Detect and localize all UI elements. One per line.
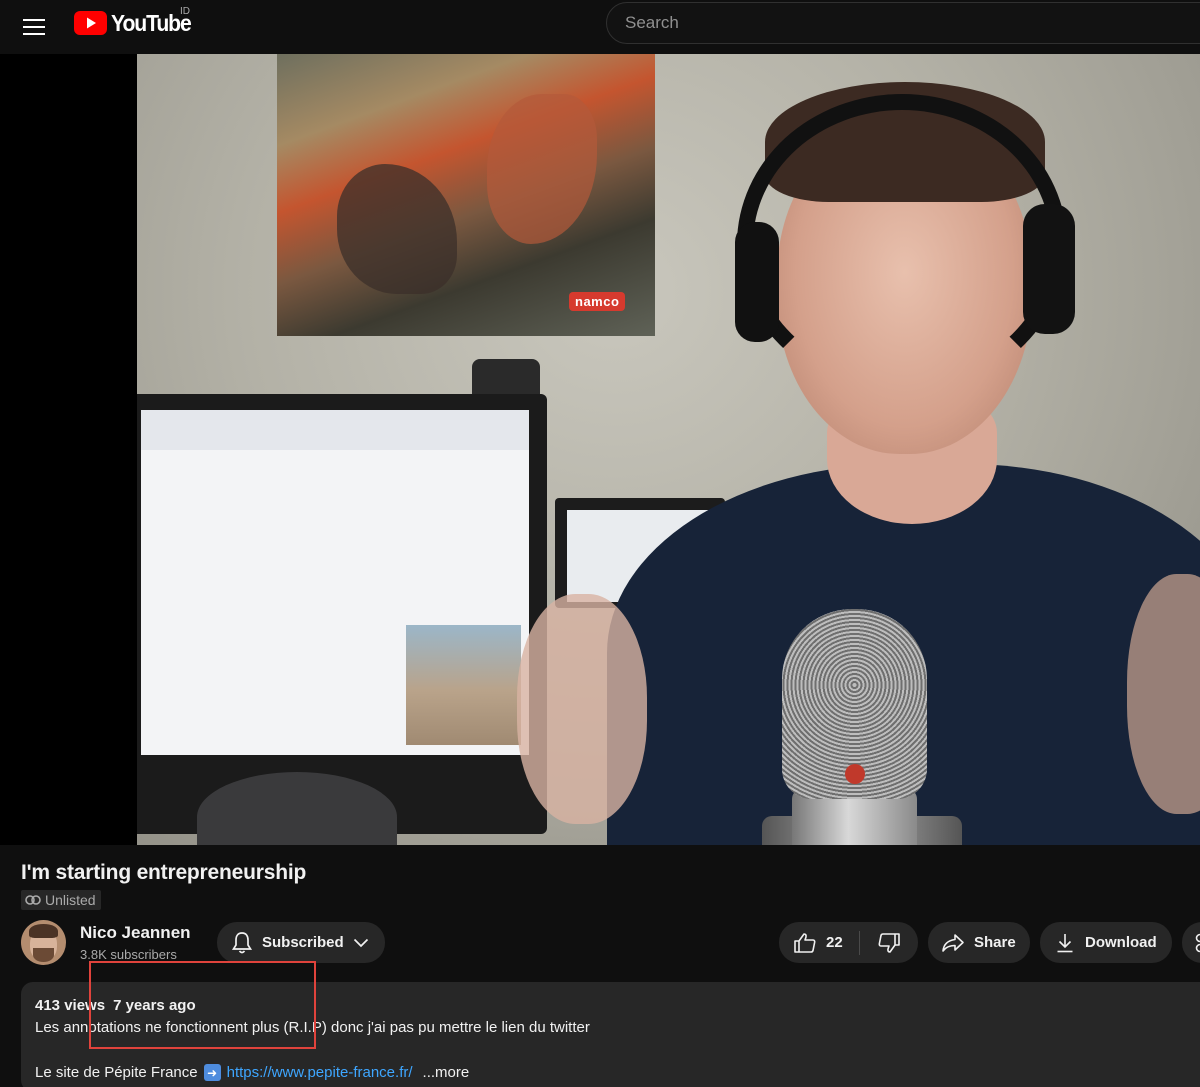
- channel-avatar[interactable]: [21, 920, 66, 965]
- description-link-line: Le site de Pépite France ➜ https://www.p…: [35, 1064, 469, 1081]
- top-bar: YouTube ID: [0, 0, 1200, 54]
- video-frame[interactable]: namco: [137, 54, 1200, 845]
- annotation-highlight-box: [89, 961, 316, 1049]
- description-link[interactable]: https://www.pepite-france.fr/: [227, 1064, 413, 1081]
- thumbs-up-icon: [794, 932, 816, 953]
- unlisted-badge-label: Unlisted: [45, 892, 96, 908]
- right-arrow-icon: ➜: [203, 1064, 221, 1081]
- link-icon: [25, 895, 41, 905]
- search-input[interactable]: [625, 3, 1185, 43]
- video-title: I'm starting entrepreneurship: [21, 861, 307, 884]
- avatar-hair: [29, 924, 58, 938]
- video-poster: namco: [277, 54, 655, 336]
- like-dislike-group: 22: [779, 922, 918, 963]
- subscriber-count: 3.8K subscribers: [80, 947, 177, 962]
- more-actions-button[interactable]: [1182, 922, 1200, 963]
- clip-icon: [1195, 933, 1200, 952]
- person-left-hand: [517, 594, 647, 824]
- poster-brand-label: namco: [569, 292, 626, 311]
- microphone-logo: [845, 764, 865, 784]
- unlisted-badge: Unlisted: [21, 890, 101, 910]
- like-count: 22: [826, 934, 843, 951]
- like-button[interactable]: 22: [779, 922, 859, 963]
- monitor-object: [137, 394, 547, 834]
- monitor-browser-bar: [141, 410, 529, 450]
- subscribed-label: Subscribed: [262, 934, 344, 951]
- show-more-link[interactable]: ...more: [423, 1064, 470, 1081]
- youtube-play-icon: [74, 11, 107, 35]
- download-label: Download: [1085, 934, 1157, 951]
- logo-wordmark: YouTube: [111, 9, 192, 36]
- poster-art-shape: [337, 164, 457, 294]
- headphones-right-cup: [1023, 204, 1075, 334]
- headphones-band: [737, 94, 1067, 394]
- share-label: Share: [974, 934, 1016, 951]
- youtube-logo[interactable]: YouTube ID: [74, 6, 198, 38]
- headphones-left-cup: [735, 222, 779, 342]
- share-arrow-icon: [942, 933, 964, 952]
- poster-art-shape: [487, 94, 597, 244]
- share-button[interactable]: Share: [928, 922, 1030, 963]
- subscribed-button[interactable]: Subscribed: [217, 922, 385, 963]
- description-site-label: Le site de Pépite France: [35, 1064, 198, 1081]
- search-box[interactable]: [606, 2, 1200, 44]
- hamburger-menu-icon: [23, 19, 45, 35]
- logo-region-code: ID: [180, 6, 190, 17]
- monitor-image: [406, 625, 521, 745]
- monitor-screen: [141, 410, 529, 755]
- download-button[interactable]: Download: [1040, 922, 1172, 963]
- video-player[interactable]: namco: [0, 54, 1200, 845]
- dislike-button[interactable]: [860, 922, 918, 963]
- menu-button[interactable]: [14, 7, 54, 47]
- bell-icon: [231, 931, 253, 953]
- channel-name[interactable]: Nico Jeannen: [80, 923, 191, 943]
- avatar-beard: [33, 948, 54, 962]
- download-icon: [1057, 933, 1073, 952]
- thumbs-down-icon: [878, 932, 900, 953]
- chevron-down-icon: [353, 938, 368, 947]
